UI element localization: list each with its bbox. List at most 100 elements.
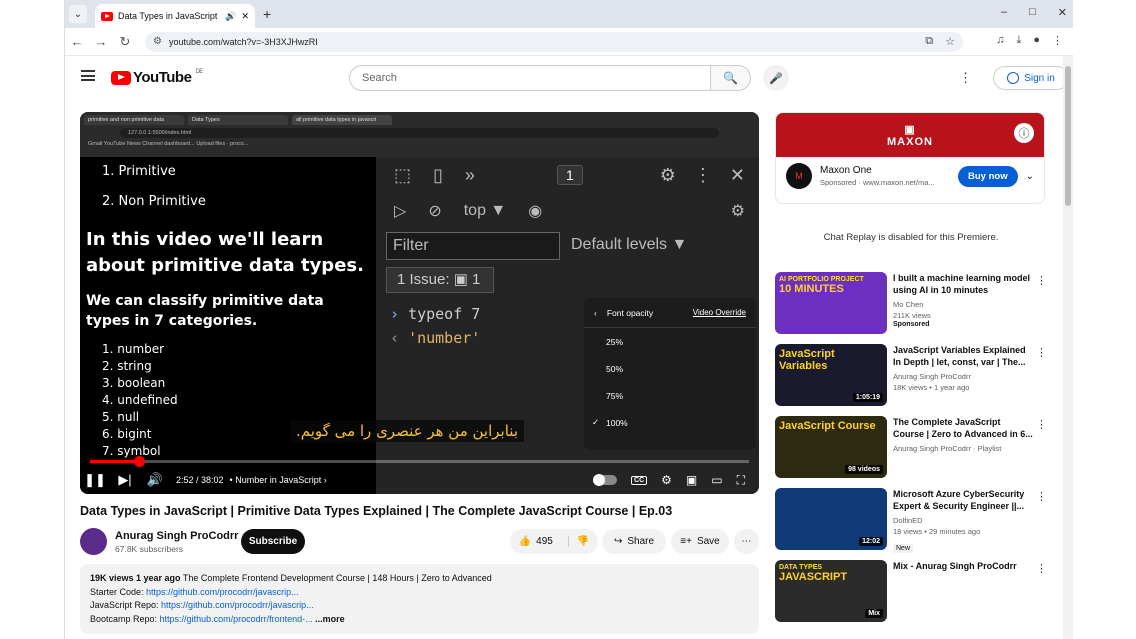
theater-icon[interactable]: ▭ xyxy=(711,473,722,487)
video-override-link[interactable]: Video Override xyxy=(693,308,746,317)
site-info-icon[interactable]: ⚙ xyxy=(153,36,162,47)
recommended-channel[interactable]: DolfinED xyxy=(893,515,1033,526)
dislike-icon[interactable]: 👎 xyxy=(567,536,589,547)
menu-option[interactable]: ✓ 100% xyxy=(584,409,756,436)
ad-info-icon[interactable]: ⓘ xyxy=(1014,123,1034,143)
youtube-logo[interactable]: YouTube DE xyxy=(111,69,203,86)
inspect-icon: ⬚ xyxy=(394,164,412,185)
menu-icon[interactable] xyxy=(81,70,95,81)
pause-icon[interactable]: ❚❚ xyxy=(80,472,110,488)
recommended-title[interactable]: The Complete JavaScript Course | Zero to… xyxy=(893,416,1033,440)
inner-tab: primitive and non primitive data xyxy=(84,115,184,125)
more-link[interactable]: ...more xyxy=(315,614,345,624)
chevron-down-icon[interactable]: ⌄ xyxy=(1026,171,1034,182)
install-icon[interactable]: ⧉ xyxy=(925,35,933,48)
new-tab-button[interactable]: + xyxy=(263,6,271,22)
progress-bar[interactable] xyxy=(90,456,749,467)
save-button[interactable]: ≡+ Save xyxy=(671,529,729,554)
maximize-button[interactable]: □ xyxy=(1029,6,1036,19)
back-chevron-icon[interactable]: ‹ xyxy=(594,308,597,318)
tab-close-icon[interactable]: ✕ xyxy=(241,11,249,22)
more-vertical-icon[interactable]: ⋮ xyxy=(1036,562,1047,575)
description-link[interactable]: https://github.com/procodrr/frontend-... xyxy=(160,614,313,624)
close-window-button[interactable]: ✕ xyxy=(1058,6,1067,19)
description-link[interactable]: https://github.com/procodrr/javascrip... xyxy=(146,587,299,597)
browser-menu-icon[interactable]: ⋮ xyxy=(1052,34,1063,47)
more-horizontal-icon: ⋯ xyxy=(741,536,752,547)
like-count[interactable]: 495 xyxy=(536,536,553,547)
recommended-title[interactable]: Mix - Anurag Singh ProCodrr xyxy=(893,560,1033,572)
page-scrollbar[interactable] xyxy=(1063,56,1073,639)
captions-icon[interactable]: CC xyxy=(631,475,648,485)
ad-banner[interactable]: ▣ MAXON xyxy=(776,113,1044,157)
recommended-video[interactable]: 12:02 Microsoft Azure CyberSecurity Exper… xyxy=(775,488,1047,553)
video-thumbnail[interactable]: JavaScript Course 98 videos xyxy=(775,416,887,478)
channel-name[interactable]: Anurag Singh ProCodrr xyxy=(115,530,238,542)
search-button[interactable]: 🔍 xyxy=(711,65,751,91)
more-vertical-icon[interactable]: ⋮ xyxy=(1036,418,1047,431)
channel-avatar[interactable] xyxy=(80,528,107,555)
reload-icon[interactable]: ↻ xyxy=(113,34,137,50)
recommended-video[interactable]: DATA TYPES JAVASCRIPT Mix Mix - Anurag Sing… xyxy=(775,560,1047,622)
settings-more-icon[interactable]: ⋮ xyxy=(959,70,972,86)
menu-option[interactable]: 75% xyxy=(584,382,756,409)
recommended-channel[interactable]: Anurag Singh ProCodrr xyxy=(893,371,1033,382)
voice-search-button[interactable]: 🎤 xyxy=(763,65,789,91)
settings-gear-icon[interactable]: ⚙ xyxy=(661,473,672,487)
subscribe-button[interactable]: Subscribe xyxy=(241,529,305,554)
ad-sponsored: Sponsored · www.maxon.net/ma... xyxy=(820,178,935,187)
forward-icon[interactable]: → xyxy=(89,34,113,49)
recommended-video[interactable]: AI PORTFOLIO PROJECT 10 MINUTES I built a … xyxy=(775,272,1047,334)
buy-now-button[interactable]: Buy now xyxy=(958,165,1018,187)
video-player[interactable]: primitive and non primitive data Data Ty… xyxy=(80,112,759,494)
download-icon[interactable]: ⤓ xyxy=(1016,34,1021,47)
tab-search-icon[interactable]: ⌄ xyxy=(69,5,87,23)
recommended-channel[interactable]: Anurag Singh ProCodrr · Playlist xyxy=(893,443,1033,454)
video-slide: 1. Primitive 2. Non Primitive In this vi… xyxy=(80,157,376,494)
minimize-button[interactable]: – xyxy=(1001,6,1007,19)
recommended-title[interactable]: Microsoft Azure CyberSecurity Expert & S… xyxy=(893,488,1033,512)
check-icon: ✓ xyxy=(592,417,600,427)
volume-icon[interactable]: 🔊 xyxy=(140,472,170,488)
recommended-title[interactable]: JavaScript Variables Explained In Depth … xyxy=(893,344,1033,368)
video-thumbnail[interactable]: JavaScript Variables 1:05:19 xyxy=(775,344,887,406)
thumbnail-text: JAVASCRIPT xyxy=(779,571,848,583)
description-box[interactable]: 19K views 1 year ago The Complete Fronte… xyxy=(80,564,759,634)
autoplay-toggle[interactable] xyxy=(593,474,618,486)
active-tab[interactable]: Data Types in JavaScript | Pr 🔊 ✕ xyxy=(95,4,255,28)
sign-in-button[interactable]: Sign in xyxy=(993,66,1069,90)
miniplayer-icon[interactable]: ▣ xyxy=(686,473,697,487)
video-thumbnail[interactable]: 12:02 xyxy=(775,488,887,550)
recommended-channel[interactable]: Mo Chen xyxy=(893,299,1033,310)
description-link[interactable]: https://github.com/procodrr/javascrip... xyxy=(161,600,314,610)
back-icon[interactable]: ← xyxy=(65,34,89,49)
slide-category: 4. undefined xyxy=(102,393,178,407)
video-thumbnail[interactable]: DATA TYPES JAVASCRIPT Mix xyxy=(775,560,887,622)
chapter-button[interactable]: • Number in JavaScript › xyxy=(230,475,327,485)
recommended-video[interactable]: JavaScript Course 98 videos The Complete J… xyxy=(775,416,1047,478)
fullscreen-icon[interactable]: ⛶ xyxy=(737,473,745,488)
more-vertical-icon[interactable]: ⋮ xyxy=(1036,274,1047,287)
share-button[interactable]: ↪ Share xyxy=(602,529,666,554)
recommended-title[interactable]: I built a machine learning model using A… xyxy=(893,272,1033,296)
menu-option[interactable]: 50% xyxy=(584,355,756,382)
more-vertical-icon[interactable]: ⋮ xyxy=(1036,346,1047,359)
next-icon[interactable]: ▶| xyxy=(110,472,140,488)
menu-option[interactable]: 25% xyxy=(584,328,756,355)
url-field[interactable]: ⚙ youtube.com/watch?v=-3H3XJHwzRI ⧉ ☆ xyxy=(145,32,963,52)
ad-title: Maxon One xyxy=(820,165,872,176)
media-icon[interactable]: ♫ xyxy=(996,34,1004,47)
speaker-icon[interactable]: 🔊 xyxy=(225,11,236,22)
scrollbar-thumb[interactable] xyxy=(1065,66,1071,206)
like-icon[interactable]: 👍 xyxy=(519,536,531,547)
ad-card[interactable]: ▣ MAXON ⓘ M Maxon One Sponsored · www.ma… xyxy=(775,112,1045,204)
search-input[interactable]: Search xyxy=(349,65,711,91)
more-actions-button[interactable]: ⋯ xyxy=(734,529,759,554)
description-label: Starter Code: xyxy=(90,586,147,597)
advertiser-logo: M xyxy=(786,163,812,189)
video-thumbnail[interactable]: AI PORTFOLIO PROJECT 10 MINUTES xyxy=(775,272,887,334)
profile-icon[interactable]: ● xyxy=(1033,34,1040,47)
bookmark-star-icon[interactable]: ☆ xyxy=(945,35,955,48)
recommended-video[interactable]: JavaScript Variables 1:05:19 JavaScript Va… xyxy=(775,344,1047,406)
more-vertical-icon[interactable]: ⋮ xyxy=(1036,490,1047,503)
